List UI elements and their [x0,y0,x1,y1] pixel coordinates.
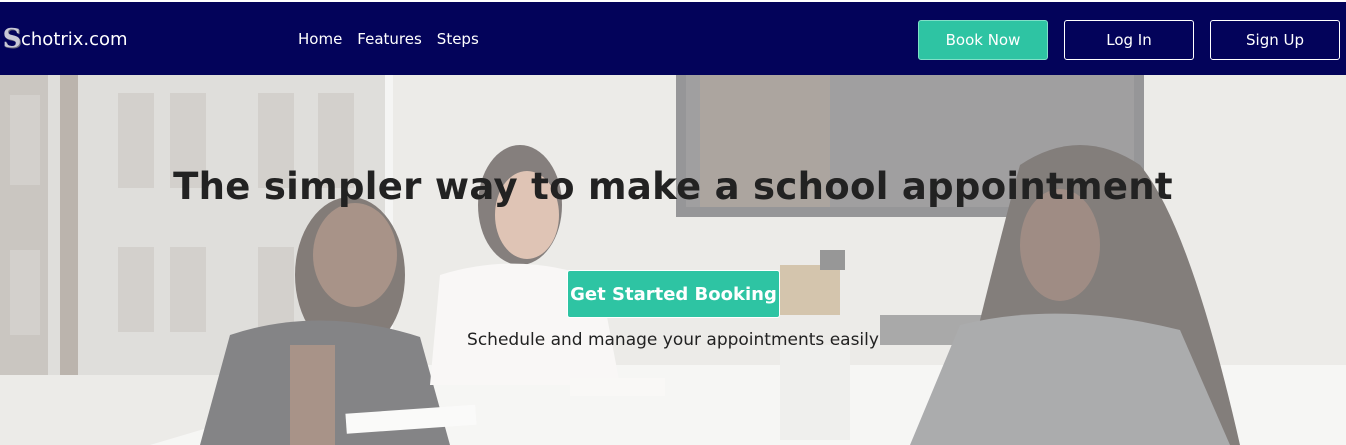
get-started-booking-button[interactable]: Get Started Booking [567,270,780,318]
brand-logo[interactable]: S chotrix.com [2,24,128,54]
hero-section: The simpler way to make a school appoint… [0,75,1346,445]
logo-mark-icon: S [2,24,22,54]
log-in-button[interactable]: Log In [1064,20,1194,60]
hero-tagline: Schedule and manage your appointments ea… [467,330,879,350]
nav-home[interactable]: Home [298,30,342,48]
nav-features[interactable]: Features [357,30,422,48]
nav-steps[interactable]: Steps [437,30,479,48]
top-navbar: S chotrix.com Home Features Steps Book N… [0,0,1346,75]
sign-up-button[interactable]: Sign Up [1210,20,1340,60]
hero-overlay [0,75,1346,445]
main-nav: Home Features Steps [298,30,479,48]
book-now-button[interactable]: Book Now [918,20,1048,60]
hero-title: The simpler way to make a school appoint… [173,165,1173,208]
brand-name: chotrix.com [21,28,128,50]
